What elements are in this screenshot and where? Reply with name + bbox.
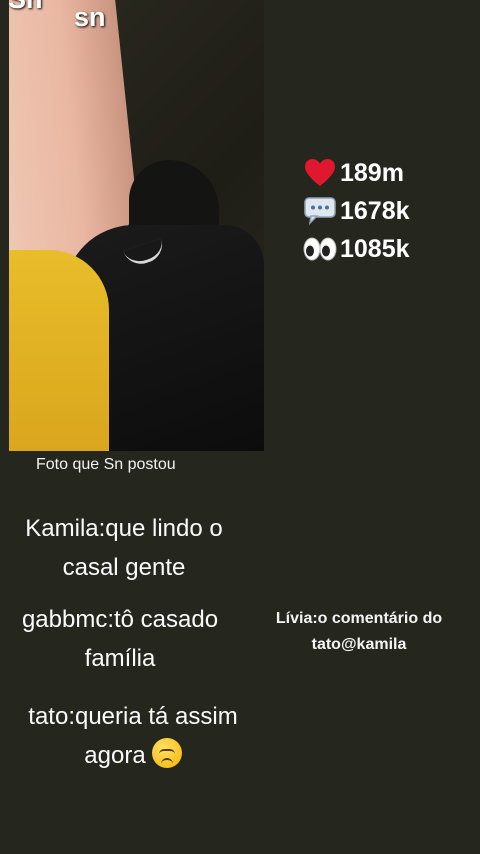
views-stat[interactable]: 1085k [302,230,410,268]
photo-caption: Foto que Sn postou [36,456,176,473]
comment-kamila: Kamila:que lindo o casal gente [25,515,223,581]
sad-face-icon [151,738,182,768]
likes-stat[interactable]: 189m [302,154,410,192]
comments-count: 1678k [340,196,410,225]
comment-tato-text: tato:queria tá assim agora [28,703,238,769]
comment-tato: tato:queria tá assim agora [0,697,266,775]
comment-gabbmc: gabbmc:tô casado família [21,606,219,672]
post-photo[interactable] [9,0,264,451]
photo-overlay-label: sn [74,2,106,32]
photo-shirt-region [9,250,109,451]
speech-bubble-icon [302,197,338,225]
reply-livia: Lívia:o comentário do tato@kamila [275,610,443,653]
views-count: 1085k [340,234,410,263]
heart-icon [302,158,338,188]
likes-count: 189m [340,158,404,187]
post-stats: 189m 1678k 1085k [302,154,410,268]
eyes-icon [302,236,338,262]
photo-overlay-label-cut: Sn [8,0,43,15]
comments-stat[interactable]: 1678k [302,192,410,230]
